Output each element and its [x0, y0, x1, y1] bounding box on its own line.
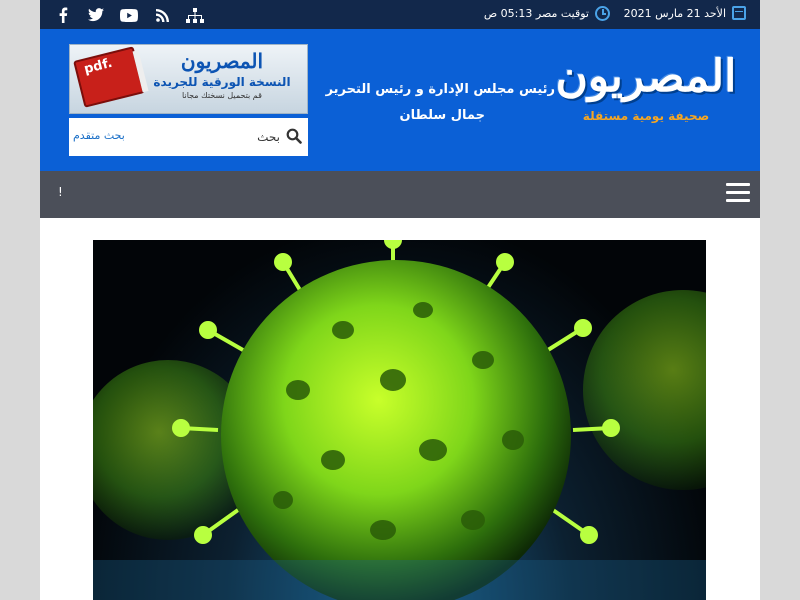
pdf-edition-banner[interactable]: pdf. المصريون النسخة الورقية للجريدة قم …: [69, 44, 308, 114]
menu-icon[interactable]: [726, 183, 750, 203]
time-display: توقيت مصر 05:13 ص: [484, 6, 610, 21]
page-container: الأحد 21 مارس 2021 توقيت مصر 05:13 ص الم…: [40, 0, 760, 600]
date-text: الأحد 21 مارس 2021: [623, 6, 726, 20]
time-text: توقيت مصر 05:13 ص: [483, 7, 589, 20]
editor-name: جمال سلطان: [399, 108, 485, 123]
twitter-icon[interactable]: [87, 6, 105, 24]
clock-icon: [595, 6, 610, 21]
virus-illustration: [93, 240, 706, 600]
logo-text: المصريون: [555, 51, 738, 102]
pdf-banner-subtitle: قم بتحميل نسختك مجانا: [182, 91, 262, 100]
search-icon[interactable]: [286, 128, 302, 144]
social-links: [54, 6, 204, 24]
sitemap-icon[interactable]: [186, 6, 204, 24]
pdf-banner-text: المصريون النسخة الورقية للجريدة قم بتحمي…: [147, 49, 297, 100]
facebook-icon[interactable]: [54, 6, 72, 24]
rss-icon[interactable]: [153, 6, 171, 24]
youtube-icon[interactable]: [120, 6, 138, 24]
site-logo[interactable]: المصريون صحيفة يومية مستقلة: [546, 47, 746, 151]
top-bar: الأحد 21 مارس 2021 توقيت مصر 05:13 ص: [40, 0, 760, 29]
logo-tagline: صحيفة يومية مستقلة: [582, 109, 710, 123]
editor-title: رئيس مجلس الإدارة و رئيس التحرير: [325, 82, 555, 97]
search-box: بحث متقدم: [69, 118, 308, 156]
pdf-banner-title: النسخة الورقية للجريدة: [153, 75, 291, 89]
main-navbar: !: [40, 171, 760, 218]
editor-info: رئيس مجلس الإدارة و رئيس التحرير جمال سل…: [295, 77, 555, 129]
date-display: الأحد 21 مارس 2021: [624, 6, 746, 20]
calendar-icon: [732, 6, 746, 20]
site-header: المصريون صحيفة يومية مستقلة رئيس مجلس ال…: [40, 29, 760, 171]
advanced-search-link[interactable]: بحث متقدم: [73, 129, 125, 142]
search-input[interactable]: [220, 126, 280, 148]
news-ticker[interactable]: !: [58, 185, 63, 199]
article-image[interactable]: [93, 240, 706, 600]
pdf-banner-logo: المصريون: [180, 49, 264, 73]
